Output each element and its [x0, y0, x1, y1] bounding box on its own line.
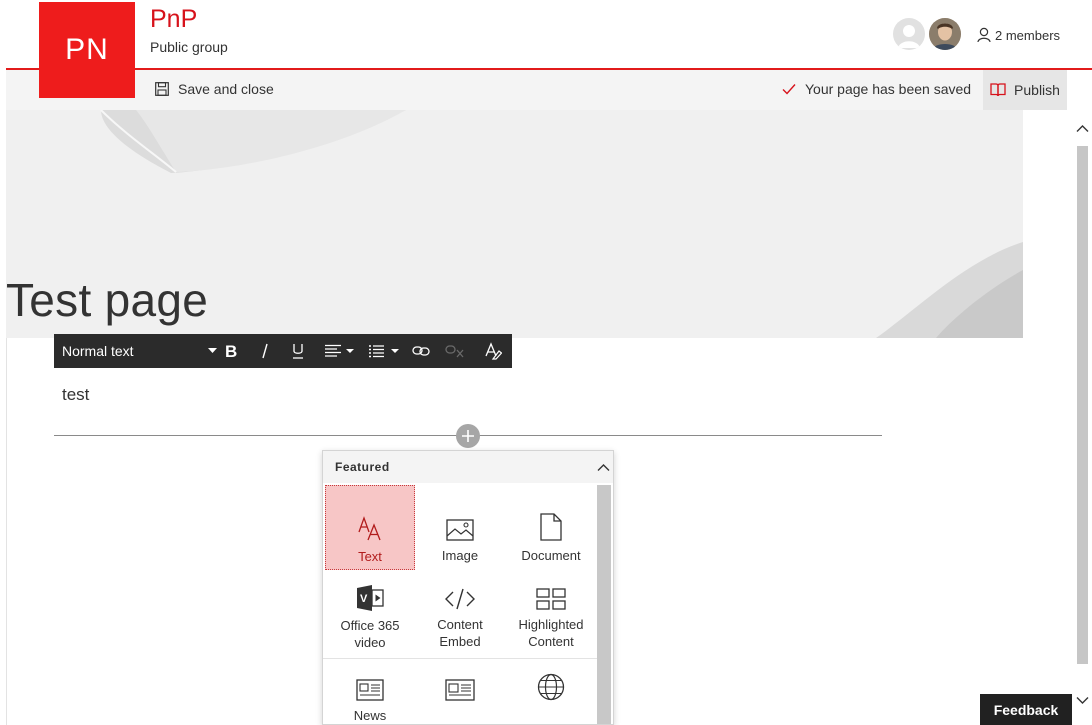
page-title[interactable]: Test page: [6, 273, 208, 327]
highlighted-content-icon: [536, 588, 566, 610]
italic-button[interactable]: [254, 334, 276, 368]
checkmark-icon: [782, 84, 796, 95]
align-left-icon: [325, 344, 354, 357]
unlink-button: [444, 334, 466, 368]
bold-icon: B: [225, 343, 237, 359]
toolbox-tile-image[interactable]: Image: [415, 485, 505, 570]
text-icon: [358, 516, 381, 541]
toolbox-section-title: Featured: [335, 460, 390, 474]
scroll-thumb[interactable]: [1077, 146, 1088, 664]
caret-down-icon: [208, 348, 217, 353]
image-icon: [446, 519, 474, 541]
save-and-close-button[interactable]: Save and close: [155, 81, 274, 97]
svg-text:V: V: [360, 593, 368, 605]
person-icon: [977, 27, 991, 43]
underline-button[interactable]: [287, 334, 309, 368]
toolbox-tile-document[interactable]: Document: [506, 485, 596, 570]
bullet-list-icon: [369, 345, 399, 358]
svg-text:B: B: [225, 343, 237, 359]
newslist-icon: [445, 679, 475, 701]
members-count: 2 members: [995, 27, 1061, 43]
command-bar: Save and close Your page has been saved …: [6, 70, 1067, 110]
text-style-dropdown[interactable]: Normal text: [62, 334, 217, 368]
toolbox-tile-quick-links[interactable]: [506, 645, 596, 724]
toolbox-header: Featured: [323, 451, 613, 483]
site-header: PnP Public group 2 members: [0, 0, 1092, 70]
member-avatar-default[interactable]: [893, 18, 925, 50]
tile-label: News: [353, 708, 387, 723]
toolbox-tile-news[interactable]: News: [325, 645, 415, 724]
italic-icon: [262, 343, 268, 359]
page-scrollbar[interactable]: [1073, 120, 1092, 725]
globe-icon: [537, 673, 565, 701]
site-subtitle: Public group: [150, 39, 228, 55]
toolbox-tile-text[interactable]: Text: [325, 485, 415, 570]
toolbox-tile-highlighted-content[interactable]: Highlighted Content: [506, 565, 596, 650]
link-button[interactable]: [410, 334, 432, 368]
scroll-up-arrow-icon[interactable]: [1076, 124, 1089, 133]
save-and-close-label: Save and close: [178, 81, 274, 97]
tile-label: Text: [358, 549, 382, 564]
toolbox-tile-office365-video[interactable]: V Office 365 video: [325, 565, 415, 650]
saved-status: Your page has been saved: [782, 81, 971, 97]
code-icon: [445, 588, 475, 610]
align-dropdown[interactable]: [320, 334, 358, 368]
document-icon: [540, 513, 562, 541]
office365-video-icon: V: [357, 585, 384, 611]
webpart-toolbox: Featured Text Image Document V Office 36…: [322, 450, 614, 725]
bold-button[interactable]: B: [220, 334, 242, 368]
person-silhouette-icon: [898, 25, 920, 48]
toolbox-tile-newslist[interactable]: [415, 645, 505, 724]
saved-status-text: Your page has been saved: [805, 81, 972, 97]
member-avatar-photo[interactable]: [929, 18, 961, 50]
plus-icon: [462, 430, 474, 442]
add-webpart-button[interactable]: [456, 424, 480, 448]
toolbox-scroll-thumb[interactable]: [597, 485, 611, 724]
save-icon: [155, 82, 169, 96]
site-title[interactable]: PnP: [150, 5, 197, 34]
list-dropdown[interactable]: [366, 334, 402, 368]
publish-label: Publish: [1014, 82, 1060, 98]
clear-formatting-button[interactable]: [482, 334, 504, 368]
underline-icon: [293, 343, 303, 359]
scroll-down-arrow-icon[interactable]: [1076, 696, 1089, 705]
toolbox-tile-content-embed[interactable]: Content Embed: [415, 565, 505, 650]
feedback-button[interactable]: Feedback: [980, 694, 1072, 725]
clear-formatting-icon: [485, 342, 502, 360]
text-style-value: Normal text: [62, 343, 134, 359]
tile-label: Image: [441, 548, 479, 563]
link-icon: [412, 346, 430, 356]
book-icon: [990, 83, 1006, 97]
text-format-toolbar: Normal text B: [54, 334, 512, 368]
toolbox-scroll-up-icon[interactable]: [597, 463, 610, 472]
user-photo-icon: [929, 18, 961, 50]
text-webpart-content[interactable]: test: [62, 385, 89, 405]
unlink-icon: [445, 345, 464, 358]
tile-label: Document: [521, 548, 581, 563]
publish-button[interactable]: Publish: [983, 70, 1067, 110]
news-icon: [356, 679, 384, 701]
members-link[interactable]: 2 members: [977, 27, 1060, 43]
site-logo[interactable]: PN: [39, 2, 135, 98]
